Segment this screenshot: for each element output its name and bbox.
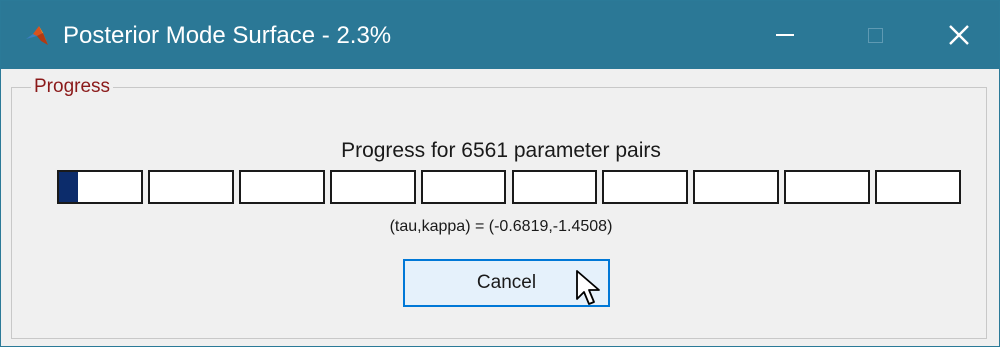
minimize-icon	[776, 34, 794, 36]
matlab-icon	[26, 26, 48, 45]
progress-segment	[147, 170, 234, 204]
close-icon	[949, 25, 969, 45]
maximize-button[interactable]	[829, 1, 921, 69]
progress-fill	[59, 172, 78, 202]
progress-title: Progress for 6561 parameter pairs	[341, 139, 661, 162]
progress-segment	[602, 170, 689, 204]
maximize-icon	[867, 27, 883, 43]
progress-segment	[238, 170, 325, 204]
title-bar[interactable]: Posterior Mode Surface - 2.3%	[1, 1, 999, 69]
parameter-coordinates: (tau,kappa) = (-0.6819,-1.4508)	[389, 218, 613, 235]
progress-segment	[511, 170, 598, 204]
progress-segment	[57, 170, 143, 204]
progress-segment	[693, 170, 780, 204]
window-title: Posterior Mode Surface - 2.3%	[63, 22, 392, 49]
progress-segment	[329, 170, 416, 204]
progress-dialog-window: Posterior Mode Surface - 2.3% Progress P…	[0, 0, 1000, 347]
group-legend: Progress	[31, 74, 114, 100]
mouse-cursor-icon	[576, 270, 600, 305]
segmented-progress-bar	[57, 170, 961, 204]
progress-segment	[875, 170, 961, 204]
close-button[interactable]	[919, 1, 999, 69]
progress-segment	[420, 170, 507, 204]
minimize-button[interactable]	[739, 1, 831, 69]
progress-segment	[784, 170, 871, 204]
